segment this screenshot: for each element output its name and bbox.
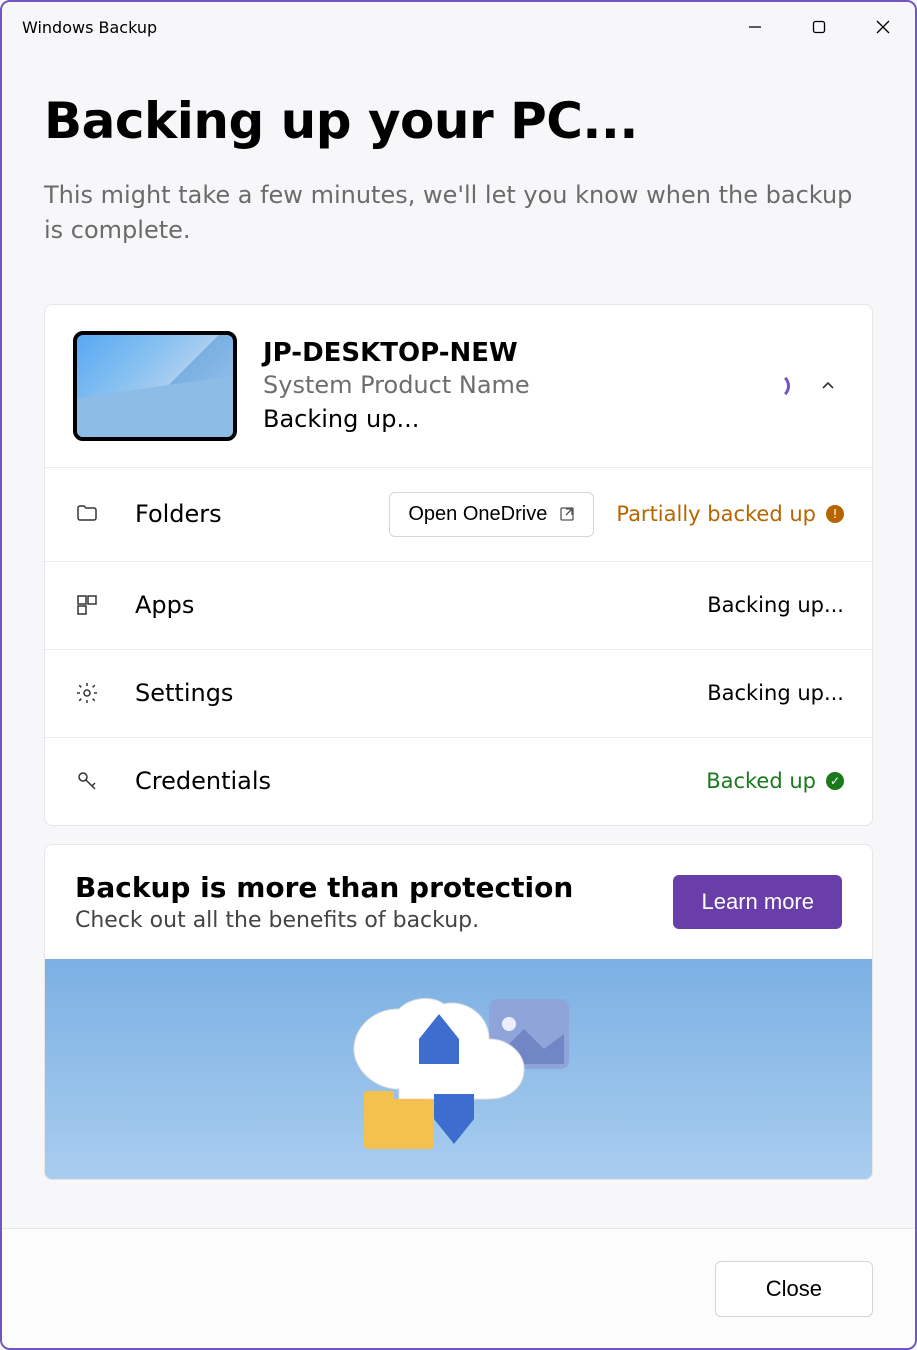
open-external-icon — [559, 506, 575, 522]
open-onedrive-button[interactable]: Open OneDrive — [389, 492, 594, 537]
progress-spinner-icon — [764, 373, 790, 399]
warning-icon: ! — [826, 505, 844, 523]
device-status: Backing up... — [263, 405, 738, 433]
window-title: Windows Backup — [22, 18, 157, 37]
cloud-sync-icon — [309, 979, 609, 1159]
row-apps-label: Apps — [135, 591, 194, 619]
row-credentials-label: Credentials — [135, 767, 271, 795]
row-apps-status: Backing up... — [707, 593, 844, 617]
minimize-button[interactable] — [723, 2, 787, 52]
row-credentials-status: Backed up ✓ — [706, 769, 844, 793]
row-settings-status: Backing up... — [707, 681, 844, 705]
folder-icon — [73, 502, 101, 526]
row-folders-label: Folders — [135, 500, 222, 528]
row-settings-label: Settings — [135, 679, 233, 707]
minimize-icon — [748, 20, 762, 34]
device-header-right — [764, 373, 838, 399]
page-subheading: This might take a few minutes, we'll let… — [44, 178, 873, 248]
close-window-button[interactable] — [851, 2, 915, 52]
row-settings: Settings Backing up... — [45, 649, 872, 737]
content-area: Backing up your PC... This might take a … — [2, 52, 915, 1228]
window-controls — [723, 2, 915, 52]
apps-icon — [73, 593, 101, 617]
footer-bar: Close — [2, 1228, 915, 1348]
row-credentials: Credentials Backed up ✓ — [45, 737, 872, 825]
maximize-icon — [812, 20, 826, 34]
key-icon — [73, 769, 101, 793]
maximize-button[interactable] — [787, 2, 851, 52]
device-card: JP-DESKTOP-NEW System Product Name Backi… — [44, 304, 873, 826]
promo-card: Backup is more than protection Check out… — [44, 844, 873, 1180]
window-frame: Windows Backup Backing up your PC... Thi… — [0, 0, 917, 1350]
title-bar: Windows Backup — [2, 2, 915, 52]
device-name: JP-DESKTOP-NEW — [263, 338, 738, 368]
gear-icon — [73, 681, 101, 705]
chevron-up-icon[interactable] — [818, 376, 838, 396]
check-icon: ✓ — [826, 772, 844, 790]
device-product: System Product Name — [263, 371, 738, 399]
learn-more-button[interactable]: Learn more — [673, 875, 842, 929]
page-heading: Backing up your PC... — [44, 92, 873, 150]
row-folders: Folders Open OneDrive Partially backed u… — [45, 467, 872, 561]
device-header[interactable]: JP-DESKTOP-NEW System Product Name Backi… — [45, 305, 872, 467]
promo-subtitle: Check out all the benefits of backup. — [75, 908, 653, 933]
promo-header: Backup is more than protection Check out… — [45, 845, 872, 959]
device-info: JP-DESKTOP-NEW System Product Name Backi… — [263, 338, 738, 433]
close-icon — [876, 20, 890, 34]
close-button[interactable]: Close — [715, 1261, 873, 1317]
row-folders-status: Partially backed up ! — [616, 502, 844, 526]
device-thumbnail — [73, 331, 237, 441]
open-onedrive-label: Open OneDrive — [408, 503, 547, 526]
promo-title: Backup is more than protection — [75, 871, 653, 904]
row-apps: Apps Backing up... — [45, 561, 872, 649]
promo-illustration — [45, 959, 872, 1179]
